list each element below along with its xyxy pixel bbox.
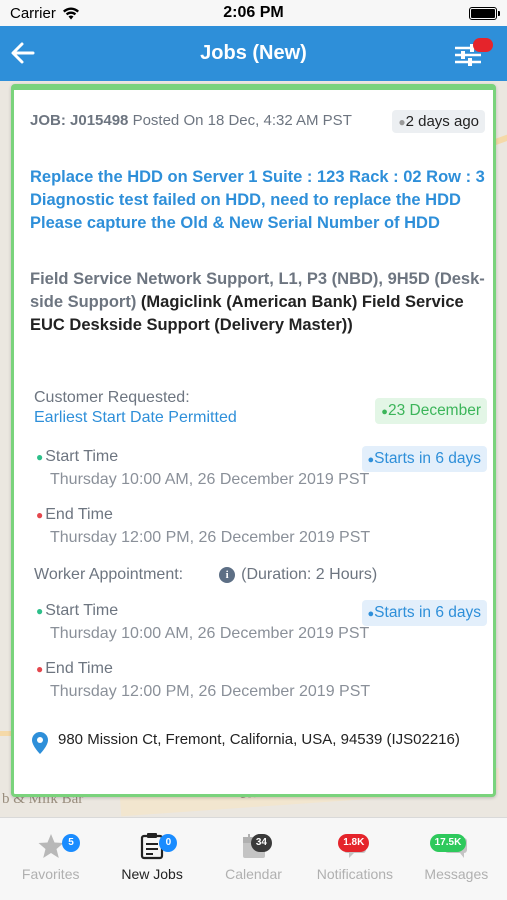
tab-bar: 5 Favorites 0 New Jobs 34 Calendar 1.8K … [0, 817, 507, 900]
worker-appointment: Worker Appointment: i (Duration: 2 Hours… [34, 566, 377, 584]
status-bar: Carrier 2:06 PM [0, 0, 507, 26]
info-icon[interactable]: i [219, 567, 236, 583]
worker-duration: (Duration: 2 Hours) [241, 566, 378, 583]
customer-requested-label: Customer Requested: [34, 389, 190, 406]
tab-calendar[interactable]: 34 Calendar [203, 818, 304, 900]
req-start-time-value: Thursday 10:00 AM, 26 December 2019 PST [50, 471, 370, 488]
req-start-label-text: Start Time [45, 448, 119, 465]
customer-date-badge: ●23 December [375, 398, 487, 424]
tab-label: Notifications [316, 866, 394, 882]
customer-requested-value: Earliest Start Date Permitted [34, 409, 237, 426]
favorites-badge: 5 [62, 834, 80, 852]
req-starts-badge: ●Starts in 6 days [361, 446, 487, 472]
battery-icon [469, 6, 500, 20]
worker-starts-badge: ●Starts in 6 days [361, 600, 487, 626]
job-meta: JOB: J015498 Posted On 18 Dec, 4:32 AM P… [30, 110, 370, 132]
req-end-time-value: Thursday 12:00 PM, 26 December 2019 PST [50, 529, 371, 546]
calendar-badge: 34 [250, 834, 272, 852]
req-start-time-label: ● Start Time [36, 448, 119, 465]
messages-badge: 17.5K [429, 834, 467, 852]
job-address[interactable]: 980 Mission Ct, Fremont, California, USA… [58, 730, 478, 750]
app-header: Jobs (New) [0, 26, 507, 81]
age-text: 2 days ago [405, 113, 479, 130]
tab-label: New Jobs [121, 866, 183, 882]
job-id: JOB: J015498 [30, 112, 129, 129]
wifi-icon [62, 7, 79, 19]
job-service: Field Service Network Support, L1, P3 (N… [30, 268, 485, 337]
worker-end-label-text: End Time [45, 660, 113, 677]
tab-messages[interactable]: 17.5K Messages [406, 818, 507, 900]
back-arrow-icon[interactable] [8, 38, 38, 68]
customer-date: 23 December [387, 402, 481, 419]
notifications-badge: 1.8K [338, 834, 370, 852]
filter-button[interactable] [453, 36, 493, 70]
tab-label: Calendar [225, 866, 282, 882]
star-icon [38, 834, 64, 858]
age-badge: ●2 days ago [392, 110, 485, 133]
tab-favorites[interactable]: 5 Favorites [0, 818, 101, 900]
status-left: Carrier [10, 5, 80, 22]
job-card[interactable]: JOB: J015498 Posted On 18 Dec, 4:32 AM P… [11, 84, 496, 797]
location-pin-icon [32, 732, 48, 754]
carrier-label: Carrier [10, 4, 56, 22]
req-end-time-label: ● End Time [36, 506, 113, 523]
posted-date: Posted On 18 Dec, 4:32 AM PST [128, 112, 352, 129]
filter-indicator [473, 38, 493, 52]
tab-notifications[interactable]: 1.8K Notifications [304, 818, 405, 900]
tab-label: Favorites [21, 866, 80, 882]
tab-label: Messages [424, 866, 489, 882]
tab-new-jobs[interactable]: 0 New Jobs [101, 818, 202, 900]
req-starts-badge-text: Starts in 6 days [374, 450, 481, 467]
req-end-label-text: End Time [45, 506, 113, 523]
worker-appointment-label: Worker Appointment: [34, 566, 184, 583]
worker-end-time-label: ● End Time [36, 660, 113, 677]
new-jobs-badge: 0 [159, 834, 178, 852]
page-title: Jobs (New) [200, 42, 307, 64]
worker-starts-badge-text: Starts in 6 days [374, 604, 481, 621]
worker-end-time-value: Thursday 12:00 PM, 26 December 2019 PST [50, 683, 371, 700]
worker-start-time-value: Thursday 10:00 AM, 26 December 2019 PST [50, 625, 370, 642]
worker-start-time-label: ● Start Time [36, 602, 119, 619]
job-description: Replace the HDD on Server 1 Suite : 123 … [30, 168, 485, 232]
worker-start-label-text: Start Time [45, 602, 119, 619]
